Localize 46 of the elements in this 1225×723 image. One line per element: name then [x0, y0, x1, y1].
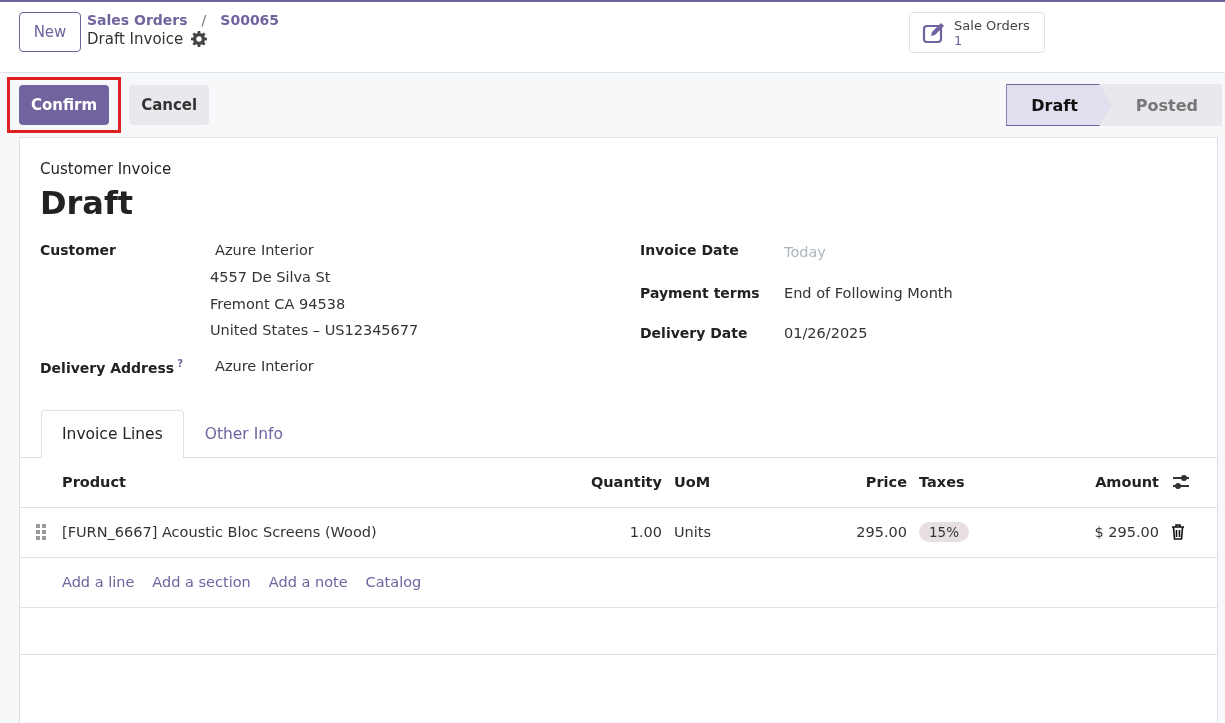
tab[interactable]: Invoice Lines	[41, 409, 184, 458]
table-cell-text: Units	[673, 524, 713, 540]
table-cell-text: $ 295.00	[1093, 524, 1159, 540]
address-line: United States – US12345677	[210, 321, 419, 340]
field-label: Delivery Address	[40, 359, 175, 376]
field-label: Payment terms	[640, 285, 760, 301]
breadcrumb-link[interactable]: Sales Orders	[87, 12, 188, 28]
field-value[interactable]: End of Following Month	[784, 285, 953, 301]
column-header[interactable]: Quantity	[542, 474, 662, 490]
record-title: Draft Invoice	[87, 30, 184, 48]
status-stage[interactable]: Draft	[1006, 84, 1112, 126]
table-cell-text: 1.00	[628, 524, 662, 540]
field-label: Invoice Date	[640, 242, 739, 258]
field-label: Customer	[40, 242, 116, 258]
column-header[interactable]: UoM	[662, 474, 742, 490]
add-link[interactable]: Add a section	[152, 574, 251, 590]
document-type: Customer Invoice	[40, 160, 173, 178]
address-line: Fremont CA 94538	[210, 294, 347, 314]
new-button[interactable]: New	[19, 12, 81, 52]
column-header[interactable]: Amount	[987, 474, 1159, 490]
breadcrumb-link[interactable]: S00065	[220, 12, 280, 28]
add-link[interactable]: Add a note	[268, 574, 348, 590]
settings-icon[interactable]	[191, 31, 208, 47]
add-link[interactable]: Add a line	[62, 574, 135, 590]
help-tooltip-mark[interactable]: ?	[177, 357, 183, 369]
sale-orders-smart-button[interactable]: Sale Orders 1	[909, 12, 1046, 53]
column-header[interactable]: Taxes	[907, 474, 987, 490]
field-value[interactable]: Azure Interior	[215, 357, 314, 374]
document-title: Draft	[40, 184, 135, 222]
table-cell-text: 295.00	[855, 524, 907, 540]
breadcrumb-separator: /	[201, 12, 207, 28]
trash-icon[interactable]	[1171, 524, 1185, 540]
table-cell-text: [FURN_6667] Acoustic Bloc Screens (Wood)	[62, 524, 378, 540]
cancel-button[interactable]: Cancel	[129, 85, 210, 125]
column-header[interactable]: Price	[742, 474, 907, 490]
sliders-icon[interactable]	[1171, 473, 1191, 491]
field-value[interactable]: 01/26/2025	[784, 325, 868, 341]
column-header[interactable]: Product	[62, 474, 542, 490]
field-value[interactable]: Azure Interior	[215, 242, 419, 258]
address-line: 4557 De Silva St	[210, 268, 332, 287]
tax-tag: 15%	[919, 522, 969, 542]
add-link[interactable]: Catalog	[365, 574, 422, 590]
field-label: Delivery Date	[640, 325, 748, 341]
confirm-button[interactable]: Confirm	[19, 85, 110, 125]
tab[interactable]: Other Info	[183, 409, 304, 458]
drag-handle-icon[interactable]	[34, 523, 48, 541]
